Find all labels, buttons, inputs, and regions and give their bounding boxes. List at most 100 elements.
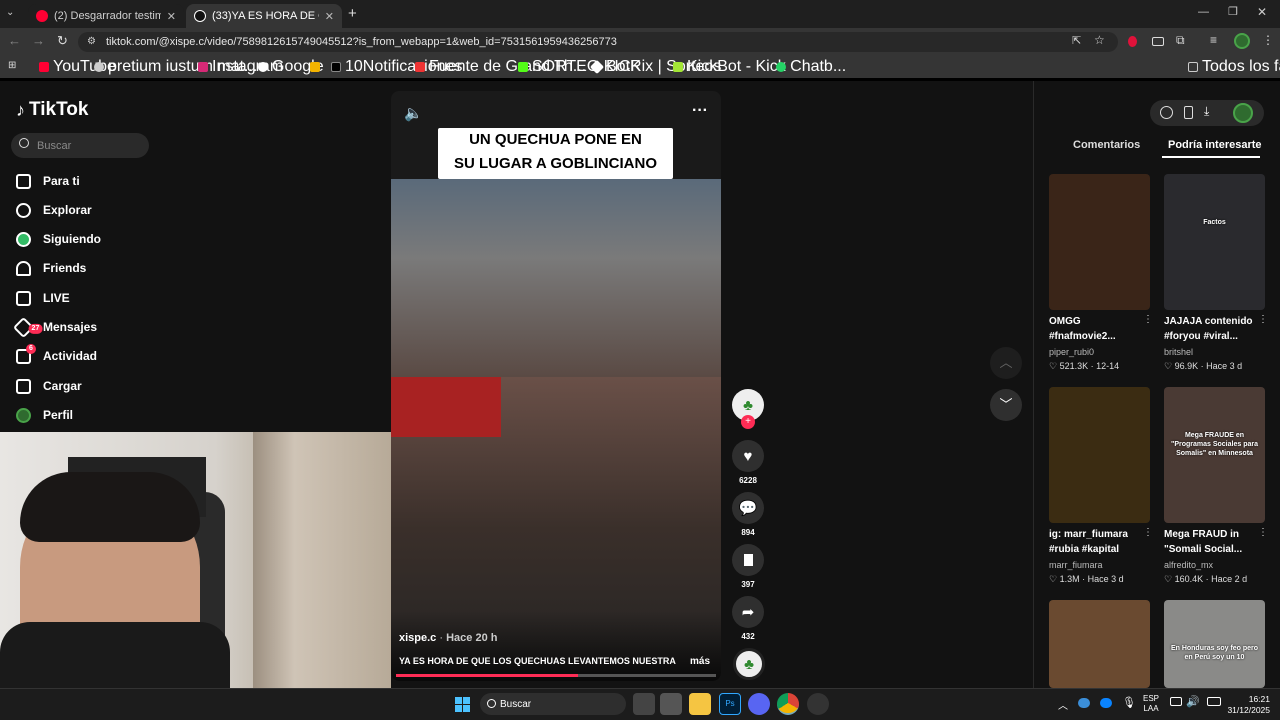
new-tab-button[interactable]: + [348, 5, 357, 22]
bookmark-kickbot[interactable]: KickBot - Kick Chatb... [673, 58, 846, 75]
comment-button[interactable]: 💬 [732, 492, 764, 524]
battery-icon[interactable] [1207, 697, 1221, 706]
photoshop-icon[interactable]: Ps [719, 693, 741, 715]
compass-icon [16, 202, 31, 218]
previous-video-button[interactable]: ︿ [990, 347, 1022, 379]
card-title[interactable]: Mega FRAUD in [1164, 527, 1262, 542]
card-title[interactable]: JAJAJA contenido [1164, 314, 1262, 329]
nav-siguiendo[interactable]: Siguiendo [16, 229, 101, 249]
language-indicator[interactable]: ESP LAA [1143, 694, 1159, 714]
card-author[interactable]: piper_rubi0 [1049, 347, 1094, 357]
tray-onedrive-icon[interactable] [1100, 698, 1112, 708]
tray-cloud-icon[interactable] [1078, 698, 1090, 708]
comment-icon: 💬 [738, 500, 758, 517]
save-button[interactable] [732, 544, 764, 576]
tab-search-button[interactable]: ⌄ [6, 7, 20, 21]
chrome-menu-icon[interactable]: ⋮ [1262, 33, 1274, 47]
windows-start-icon[interactable] [455, 697, 470, 712]
all-bookmarks[interactable]: Todos los favoritos [1188, 58, 1280, 75]
reload-icon[interactable]: ↻ [57, 33, 68, 49]
file-explorer-icon[interactable] [689, 693, 711, 715]
video-card-thumbnail[interactable] [1049, 387, 1150, 523]
youtube-icon [39, 62, 49, 72]
card-title[interactable]: ig: marr_fiumara [1049, 527, 1147, 542]
forward-icon[interactable]: → [32, 33, 45, 48]
nav-actividad[interactable]: 6 Actividad [16, 343, 97, 366]
back-icon[interactable]: ← [8, 33, 21, 48]
download-icon[interactable]: ⤓ [1204, 104, 1209, 119]
nav-live[interactable]: LIVE [16, 288, 70, 308]
install-icon[interactable]: ⇱ [1072, 34, 1081, 47]
discord-icon[interactable] [748, 693, 770, 715]
nav-para-ti[interactable]: Para ti [16, 171, 80, 191]
maximize-icon[interactable]: ❐ [1228, 5, 1238, 18]
taskbar-search[interactable]: Buscar [480, 693, 626, 715]
bookmark-star-icon[interactable]: ☆ [1094, 33, 1105, 47]
nav-explorar[interactable]: Explorar [16, 200, 92, 220]
reading-list-icon[interactable]: ≡ [1210, 33, 1217, 47]
tray-mic-icon[interactable]: 🎙 [1122, 696, 1136, 709]
app-icon[interactable] [660, 693, 682, 715]
close-tab-icon[interactable]: ✕ [325, 10, 334, 23]
bookmark-whatsapp[interactable] [776, 60, 786, 74]
bookmark-colorful[interactable] [310, 60, 320, 74]
follow-plus-icon[interactable]: + [741, 415, 755, 429]
video-card-thumbnail[interactable] [1049, 174, 1150, 310]
share-button[interactable]: ➦ [732, 596, 764, 628]
more-options-icon[interactable]: ··· [692, 102, 708, 120]
next-video-button[interactable]: ﹀ [990, 389, 1022, 421]
card-title[interactable]: #fnafmovie2... [1049, 329, 1147, 344]
network-icon[interactable] [1170, 697, 1182, 706]
card-title[interactable]: #foryou #viral... [1164, 329, 1262, 344]
profile-avatar[interactable] [1234, 33, 1250, 49]
task-view-icon[interactable] [633, 693, 655, 715]
close-window-icon[interactable]: ✕ [1257, 5, 1267, 19]
video-card-thumbnail[interactable]: En Honduras soy feo pero en Perú soy un … [1164, 600, 1265, 688]
address-bar[interactable]: ⚙ tiktok.com/@xispe.c/video/758981261574… [78, 32, 1118, 52]
tray-chevron-icon[interactable]: ︿ [1058, 697, 1068, 712]
card-author[interactable]: alfredito_mx [1164, 560, 1213, 570]
video-author[interactable]: xispe.c [399, 632, 436, 644]
obs-icon[interactable] [807, 693, 829, 715]
volume-tray-icon[interactable]: 🔊 [1186, 695, 1200, 708]
extension-icon[interactable] [1152, 37, 1164, 46]
card-title[interactable]: "Somali Social... [1164, 542, 1262, 557]
nav-perfil[interactable]: Perfil [16, 405, 73, 425]
video-top-frame [391, 179, 721, 377]
folder-icon [1188, 62, 1198, 72]
extension-red-icon[interactable] [1128, 36, 1137, 47]
device-icon[interactable] [1184, 106, 1193, 119]
coin-icon[interactable] [1160, 106, 1173, 119]
tab-podria-interesarte[interactable]: Podría interesarte [1168, 139, 1262, 151]
search-input[interactable]: Buscar [11, 133, 149, 158]
close-tab-icon[interactable]: ✕ [167, 10, 176, 23]
minimize-icon[interactable]: — [1198, 6, 1209, 18]
clock[interactable]: 16:21 31/12/2025 [1226, 694, 1270, 716]
tiktok-logo[interactable]: ♪ TikTok [16, 99, 88, 121]
card-author[interactable]: marr_fiumara [1049, 560, 1103, 570]
more-link[interactable]: más [690, 656, 710, 667]
nav-label: Mensajes [43, 320, 98, 334]
video-card-thumbnail[interactable] [1049, 600, 1150, 688]
music-disc[interactable]: ♣ [733, 648, 765, 680]
nav-cargar[interactable]: Cargar [16, 376, 82, 396]
tab-comentarios[interactable]: Comentarios [1073, 139, 1140, 151]
video-card-thumbnail[interactable]: Mega FRAUDE en "Programas Sociales para … [1164, 387, 1265, 523]
tab-tiktok[interactable]: (33)YA ES HORA DE QUE LOS Q... ✕ [186, 4, 342, 28]
volume-icon[interactable]: 🔈 [404, 104, 423, 122]
card-author[interactable]: britshel [1164, 347, 1193, 357]
like-button[interactable]: ♥ [732, 440, 764, 472]
share-count: 432 [741, 632, 755, 641]
nav-mensajes[interactable]: 27 Mensajes [12, 316, 98, 338]
site-info-icon[interactable]: ⚙ [87, 36, 96, 47]
tab-youtube[interactable]: (2) Desgarrador testimonio de ... ✕ [28, 4, 184, 28]
apps-grid-icon[interactable]: ⊞ [8, 60, 16, 71]
extensions-puzzle-icon[interactable]: ⧉ [1176, 33, 1185, 48]
nav-friends[interactable]: Friends [16, 258, 86, 278]
card-title[interactable]: OMGG [1049, 314, 1147, 329]
profile-avatar-small[interactable] [1233, 103, 1253, 123]
card-title[interactable]: #rubia #kapital [1049, 542, 1147, 557]
video-player[interactable] [391, 91, 721, 681]
video-card-thumbnail[interactable]: Factos [1164, 174, 1265, 310]
chrome-icon[interactable] [777, 693, 799, 715]
